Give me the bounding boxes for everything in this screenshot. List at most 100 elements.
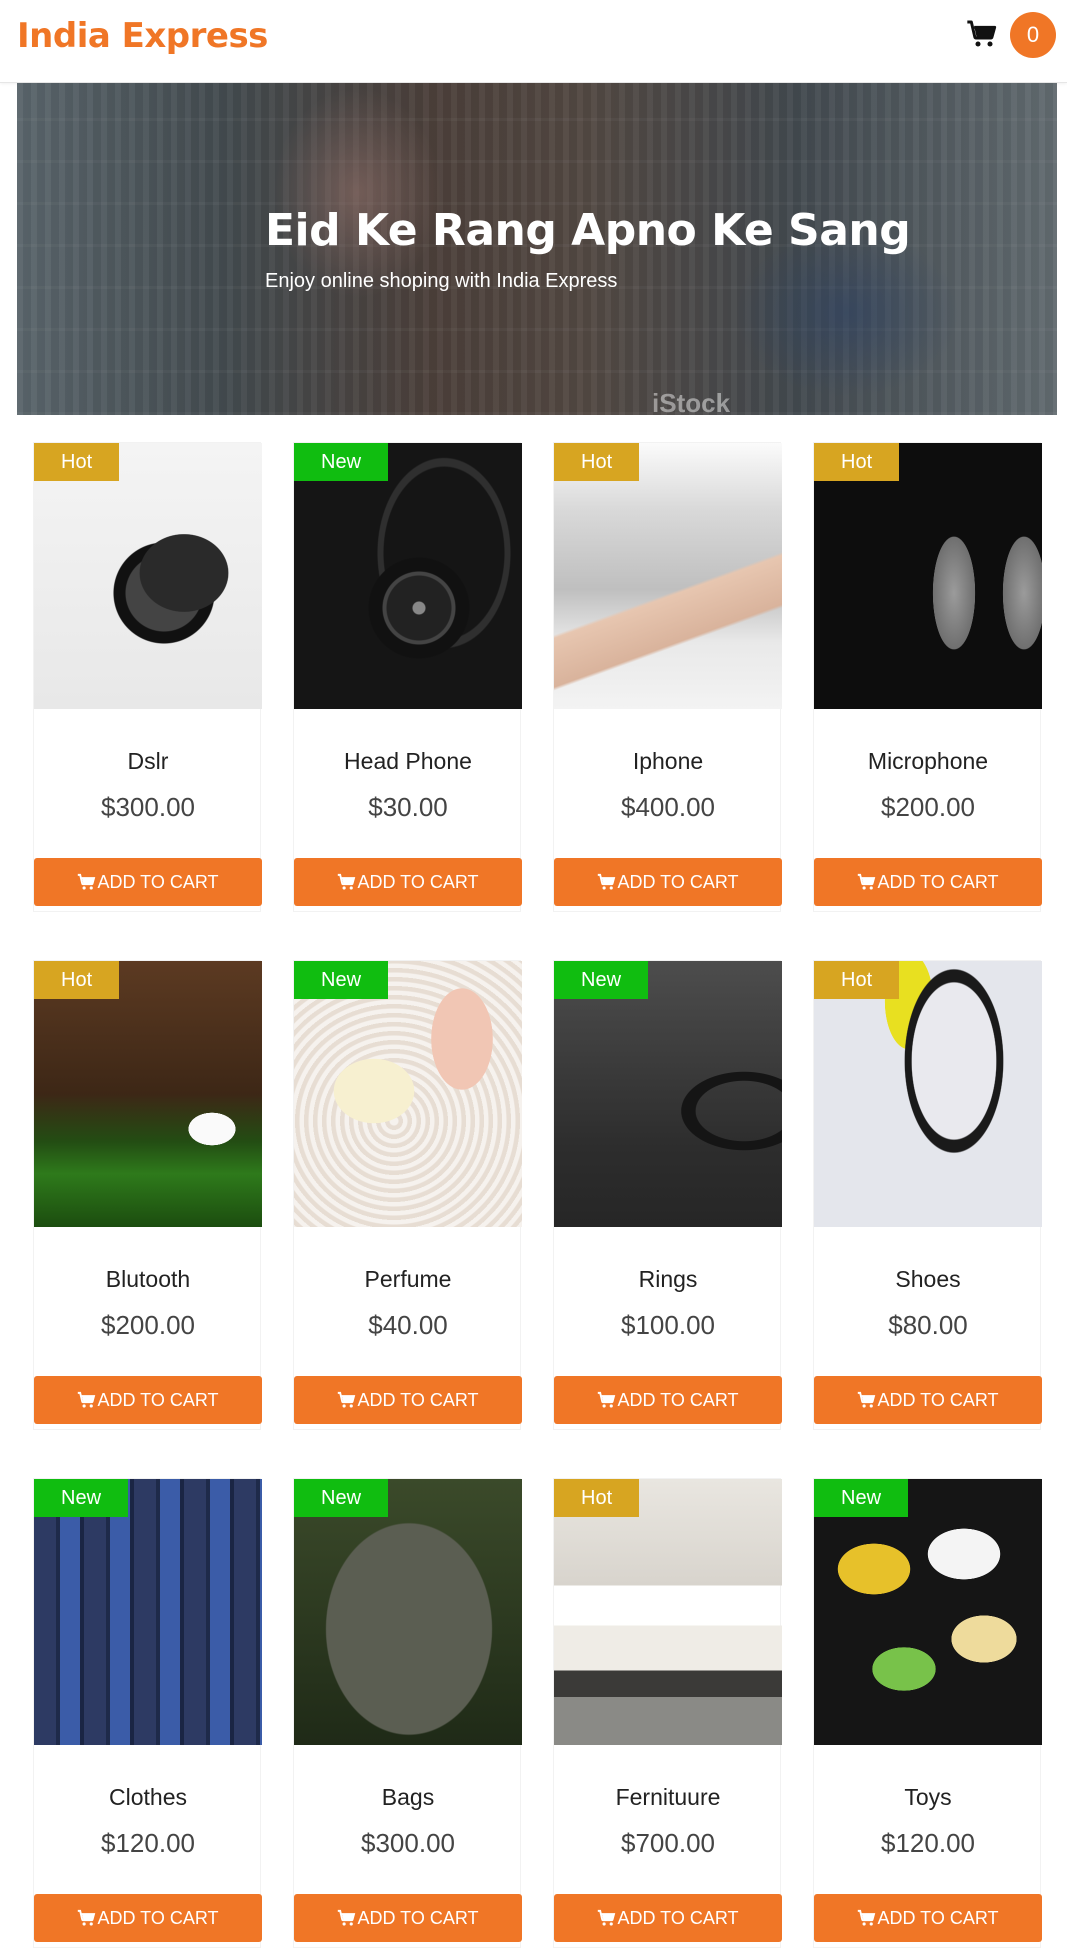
product-card[interactable]: New Toys $120.00 ADD TO CART	[813, 1478, 1042, 1948]
add-to-cart-button[interactable]: ADD TO CART	[814, 1376, 1042, 1424]
add-to-cart-button[interactable]: ADD TO CART	[294, 858, 522, 906]
product-name[interactable]: Clothes	[34, 1784, 262, 1811]
add-to-cart-label: ADD TO CART	[617, 1390, 739, 1410]
hero-watermark: iStock	[652, 388, 731, 415]
product-badge: Hot	[34, 443, 120, 481]
product-price: $80.00	[888, 1310, 968, 1340]
product-name[interactable]: Perfume	[294, 1266, 522, 1293]
hero-subtitle: Enjoy online shoping with India Express	[265, 270, 618, 292]
product-card[interactable]: New Rings $100.00 ADD TO CART	[553, 960, 782, 1430]
product-name[interactable]: Blutooth	[34, 1266, 262, 1293]
product-card[interactable]: New Clothes $120.00 ADD TO CART	[33, 1478, 262, 1948]
cart-icon	[338, 873, 356, 890]
product-card[interactable]: Hot Blutooth $200.00 ADD TO CART	[33, 960, 262, 1430]
product-price: $300.00	[101, 792, 195, 822]
product-card[interactable]: Hot Shoes $80.00 ADD TO CART	[813, 960, 1042, 1430]
add-to-cart-label: ADD TO CART	[617, 872, 739, 892]
add-to-cart-button[interactable]: ADD TO CART	[814, 858, 1042, 906]
add-to-cart-button[interactable]: ADD TO CART	[34, 1894, 262, 1942]
product-image[interactable]	[294, 443, 522, 709]
product-image[interactable]	[554, 961, 782, 1227]
shopping-cart-icon[interactable]	[966, 18, 998, 50]
cart-icon	[338, 1391, 356, 1408]
product-price: $100.00	[621, 1310, 715, 1340]
add-to-cart-button[interactable]: ADD TO CART	[34, 858, 262, 906]
hero-title: Eid Ke Rang Apno Ke Sang	[265, 205, 911, 256]
add-to-cart-button[interactable]: ADD TO CART	[34, 1376, 262, 1424]
product-badge: New	[294, 961, 389, 999]
product-badge: Hot	[814, 961, 900, 999]
product-image[interactable]	[294, 1479, 522, 1745]
brand-logo[interactable]: India Express	[17, 16, 268, 56]
add-to-cart-button[interactable]: ADD TO CART	[554, 858, 782, 906]
product-price: $700.00	[621, 1828, 715, 1858]
product-card[interactable]: New Perfume $40.00 ADD TO CART	[293, 960, 522, 1430]
add-to-cart-button[interactable]: ADD TO CART	[294, 1894, 522, 1942]
product-card[interactable]: Hot Iphone $400.00 ADD TO CART	[553, 442, 782, 912]
product-badge: Hot	[554, 1479, 640, 1517]
product-card[interactable]: Hot Microphone $200.00 ADD TO CART	[813, 442, 1042, 912]
add-to-cart-button[interactable]: ADD TO CART	[554, 1376, 782, 1424]
cart-icon	[338, 1909, 356, 1926]
add-to-cart-label: ADD TO CART	[357, 1908, 479, 1928]
product-image[interactable]	[34, 443, 262, 709]
product-image[interactable]	[294, 961, 522, 1227]
product-card[interactable]: Hot Dslr $300.00 ADD TO CART	[33, 442, 262, 912]
hero-banner: Eid Ke Rang Apno Ke Sang Enjoy online sh…	[17, 83, 1057, 415]
product-image[interactable]	[34, 961, 262, 1227]
add-to-cart-button[interactable]: ADD TO CART	[814, 1894, 1042, 1942]
add-to-cart-label: ADD TO CART	[97, 1908, 219, 1928]
product-image[interactable]	[34, 1479, 262, 1745]
product-name[interactable]: Fernituure	[554, 1784, 782, 1811]
product-price: $200.00	[101, 1310, 195, 1340]
cart-icon	[78, 1391, 96, 1408]
add-to-cart-label: ADD TO CART	[97, 872, 219, 892]
cart-icon	[598, 1391, 616, 1408]
add-to-cart-label: ADD TO CART	[617, 1908, 739, 1928]
product-price: $300.00	[361, 1828, 455, 1858]
cart-icon	[598, 1909, 616, 1926]
product-badge: Hot	[554, 443, 640, 481]
product-badge: New	[294, 443, 389, 481]
cart-count-badge[interactable]: 0	[1010, 12, 1056, 58]
add-to-cart-label: ADD TO CART	[877, 1908, 999, 1928]
product-price: $400.00	[621, 792, 715, 822]
cart-icon	[78, 873, 96, 890]
product-name[interactable]: Shoes	[814, 1266, 1042, 1293]
product-price: $30.00	[368, 792, 448, 822]
product-card[interactable]: New Bags $300.00 ADD TO CART	[293, 1478, 522, 1948]
product-name[interactable]: Bags	[294, 1784, 522, 1811]
product-image[interactable]	[814, 1479, 1042, 1745]
product-name[interactable]: Dslr	[34, 748, 262, 775]
add-to-cart-label: ADD TO CART	[97, 1390, 219, 1410]
add-to-cart-label: ADD TO CART	[877, 872, 999, 892]
cart-icon	[78, 1909, 96, 1926]
product-image[interactable]	[554, 443, 782, 709]
add-to-cart-button[interactable]: ADD TO CART	[294, 1376, 522, 1424]
product-price: $200.00	[881, 792, 975, 822]
product-badge: Hot	[814, 443, 900, 481]
cart-icon	[858, 1391, 876, 1408]
product-badge: New	[554, 961, 649, 999]
product-price: $120.00	[101, 1828, 195, 1858]
product-name[interactable]: Rings	[554, 1266, 782, 1293]
product-name[interactable]: Head Phone	[294, 748, 522, 775]
product-badge: Hot	[34, 961, 120, 999]
cart-icon	[858, 1909, 876, 1926]
product-image[interactable]	[814, 961, 1042, 1227]
product-card[interactable]: Hot Fernituure $700.00 ADD TO CART	[553, 1478, 782, 1948]
navbar: India Express 0	[0, 0, 1067, 83]
product-image[interactable]	[554, 1479, 782, 1745]
product-badge: New	[814, 1479, 909, 1517]
product-name[interactable]: Microphone	[814, 748, 1042, 775]
add-to-cart-label: ADD TO CART	[357, 1390, 479, 1410]
add-to-cart-label: ADD TO CART	[877, 1390, 999, 1410]
product-name[interactable]: Iphone	[554, 748, 782, 775]
product-card[interactable]: New Head Phone $30.00 ADD TO CART	[293, 442, 522, 912]
add-to-cart-button[interactable]: ADD TO CART	[554, 1894, 782, 1942]
product-badge: New	[294, 1479, 389, 1517]
product-image[interactable]	[814, 443, 1042, 709]
add-to-cart-label: ADD TO CART	[357, 872, 479, 892]
product-name[interactable]: Toys	[814, 1784, 1042, 1811]
product-badge: New	[34, 1479, 129, 1517]
